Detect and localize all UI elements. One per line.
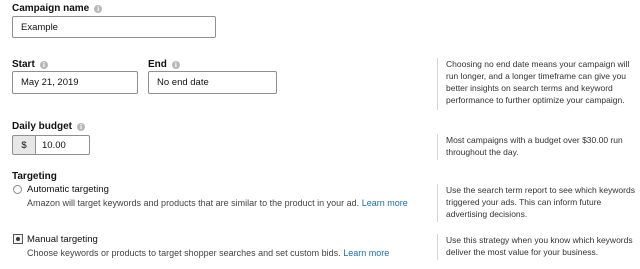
campaign-name-label-text: Campaign name [12, 3, 90, 14]
automatic-targeting-option[interactable]: Automatic targeting [27, 184, 109, 195]
automatic-targeting-description: Amazon will target keywords and products… [27, 197, 417, 209]
automatic-learn-more-link[interactable]: Learn more [362, 198, 408, 208]
end-date-value: No end date [157, 77, 209, 88]
automatic-targeting-desc-text: Amazon will target keywords and products… [27, 198, 360, 208]
start-label-text: Start [12, 59, 35, 70]
automatic-targeting-help: Use the search term report to see which … [437, 184, 640, 222]
targeting-label-text: Targeting [12, 171, 57, 182]
campaign-name-input[interactable]: Example [12, 16, 216, 38]
radio-checked-icon[interactable] [13, 234, 23, 244]
manual-targeting-help: Use this strategy when you know which ke… [437, 234, 640, 260]
info-icon[interactable]: i [94, 4, 103, 13]
manual-targeting-option[interactable]: Manual targeting [27, 234, 98, 245]
info-icon[interactable]: i [39, 60, 48, 69]
daily-budget-input[interactable]: 10.00 [35, 135, 90, 155]
info-icon[interactable]: i [77, 122, 86, 131]
end-label-text: End [148, 59, 167, 70]
daily-budget-label: Daily budget i [12, 121, 86, 132]
end-date-input[interactable]: No end date [148, 71, 277, 94]
manual-learn-more-link[interactable]: Learn more [343, 248, 389, 258]
daily-budget-label-text: Daily budget [12, 121, 73, 132]
radio-unchecked-icon[interactable] [13, 185, 22, 194]
end-date-help: Choosing no end date means your campaign… [437, 58, 640, 110]
targeting-label: Targeting [12, 171, 57, 182]
start-date-input[interactable]: May 21, 2019 [12, 71, 138, 94]
start-date-value: May 21, 2019 [21, 77, 79, 88]
campaign-name-value: Example [21, 21, 58, 33]
info-icon[interactable]: i [171, 60, 180, 69]
manual-targeting-desc-text: Choose keywords or products to target sh… [27, 248, 341, 258]
manual-targeting-description: Choose keywords or products to target sh… [27, 247, 427, 259]
daily-budget-value: 10.00 [42, 139, 66, 151]
budget-help: Most campaigns with a budget over $30.00… [437, 134, 640, 160]
start-label: Start i [12, 59, 48, 70]
end-label: End i [148, 59, 180, 70]
currency-prefix: $ [12, 135, 35, 155]
campaign-name-label: Campaign name i [12, 3, 103, 14]
currency-symbol: $ [21, 139, 27, 151]
